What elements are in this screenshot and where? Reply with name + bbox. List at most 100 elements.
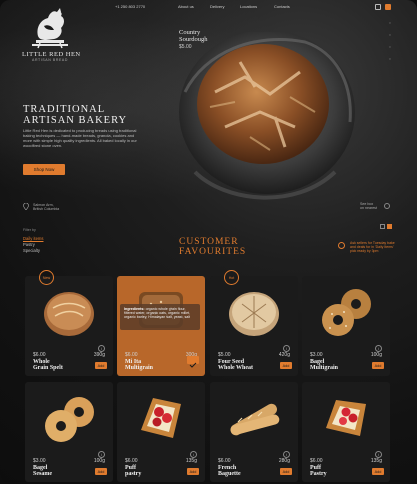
add-to-cart-button[interactable]: Add (280, 468, 292, 475)
multigrain-bagels-image (322, 289, 371, 336)
product-price: $6.00 (218, 458, 231, 464)
brand-logo[interactable]: LITTLE RED HEN ARTISAN BREAD (22, 6, 81, 62)
product-weight: 390g (93, 352, 105, 358)
hen-logo-icon (32, 8, 68, 49)
clock-icon (338, 242, 345, 249)
page: LITTLE RED HEN ARTISAN BREAD +1 250 803 … (0, 0, 417, 484)
nav-delivery[interactable]: Delivery (210, 4, 224, 9)
nav-contacts[interactable]: Contacts (274, 4, 290, 9)
slider-dot-icon[interactable]: ○ (389, 56, 391, 61)
section-note: Ask sellers for Tuesday bake and deals f… (350, 241, 395, 253)
product-weight: 100g (93, 458, 105, 464)
add-to-cart-button[interactable]: Add (372, 362, 384, 369)
product-price: $5.00 (218, 352, 231, 358)
see-box-link[interactable]: See box on nearest (360, 202, 377, 211)
cart-icon[interactable] (385, 4, 391, 10)
product-tag: New (39, 270, 54, 285)
info-icon[interactable]: i (190, 451, 197, 458)
brand-name: LITTLE RED HEN (22, 51, 81, 58)
product-weight: 135g (185, 458, 197, 464)
product-name: Bagel Sesame (33, 465, 52, 477)
product-name-line2: Baguette (218, 471, 241, 477)
add-to-cart-button[interactable]: Add (187, 468, 199, 475)
slider-dot-icon[interactable]: ○ (389, 32, 391, 37)
seeded-loaf-image (229, 292, 279, 336)
filter-label: Filter by (23, 228, 36, 232)
info-icon[interactable]: i (283, 451, 290, 458)
add-to-cart-button[interactable]: Add (280, 362, 292, 369)
product-weight: 280g (278, 458, 290, 464)
section-title: CUSTOMER FAVOURITES (179, 237, 246, 257)
product-price: $6.00 (33, 352, 46, 358)
add-to-cart-button[interactable]: Add (95, 362, 107, 369)
featured-name: Country Sourdough (179, 29, 208, 43)
berry-pastry-image (326, 400, 366, 436)
nav-about[interactable]: About us (178, 4, 194, 9)
product-card[interactable]: i $6.00 135g Puff Pastry Add (302, 382, 390, 482)
featured-name-line2: Sourdough (179, 36, 208, 43)
shop-now-button[interactable]: Shop Now (23, 164, 65, 175)
sesame-bagels-image (45, 397, 94, 442)
info-icon[interactable]: i (98, 345, 105, 352)
product-card[interactable]: i $3.00 100g Bagel Sesame Add (25, 382, 113, 482)
add-to-cart-button[interactable]: Add (95, 468, 107, 475)
baguette-image (230, 403, 280, 436)
product-name: Four Seed Whole Wheat (218, 359, 253, 371)
top-icons (375, 4, 391, 10)
product-card[interactable]: i $3.00 100g Bagel Multigrain Add (302, 276, 390, 376)
product-weight: 100g (370, 352, 382, 358)
location-pin-icon (23, 203, 29, 210)
product-card[interactable]: i $6.00 135g Puff pastry Add (117, 382, 205, 482)
hero-description: Little Red Hen is dedicated to producing… (23, 128, 137, 148)
nav-phone[interactable]: +1 250 803 2770 (115, 4, 145, 9)
checkmark-icon (189, 362, 197, 368)
slider-dots: ○ ○ ○ ○ (389, 20, 391, 61)
product-tag: Hot (224, 270, 239, 285)
section-title-line1: CUSTOMER (179, 237, 239, 247)
product-name-line2: Sesame (33, 471, 52, 477)
info-icon[interactable]: i (375, 451, 382, 458)
product-name-line2: Pastry (310, 471, 327, 477)
product-name: Whole Grain Spelt (33, 359, 63, 371)
filter-specialty[interactable]: Specialty (23, 248, 43, 254)
product-price: $6.00 (310, 458, 323, 464)
address: Salmon Arm, British Columbia (33, 203, 59, 212)
slider-dot-icon[interactable]: ○ (389, 20, 391, 25)
add-to-cart-button[interactable]: Add (372, 468, 384, 475)
product-name-line2: pastry (125, 471, 142, 477)
product-name-line2: Multigrain (310, 365, 338, 371)
product-price: $6.00 (125, 352, 138, 358)
hero-title: TRADITIONAL ARTISAN BAKERY (23, 104, 128, 126)
grid-view-icon[interactable] (380, 224, 385, 229)
product-name: French Baguette (218, 465, 241, 477)
section-title-line2: FAVOURITES (179, 247, 247, 257)
added-check-icon[interactable] (187, 356, 199, 368)
address-line2: British Columbia (33, 207, 60, 212)
list-view-icon[interactable] (387, 224, 392, 229)
info-icon[interactable]: i (98, 451, 105, 458)
product-name-line2: Multigrain (125, 365, 153, 371)
featured-price: $5.00 (179, 44, 192, 50)
arrow-right-icon[interactable] (384, 203, 390, 209)
nav-locations[interactable]: Locations (240, 4, 257, 9)
product-name: Mi Ita Multigrain (125, 359, 153, 371)
see-box-line2: on nearest (360, 206, 377, 211)
product-name-line2: Grain Spelt (33, 365, 63, 371)
featured-name-line1: Country (179, 29, 201, 36)
slider-dot-icon[interactable]: ○ (389, 44, 391, 49)
product-price: $3.00 (310, 352, 323, 358)
product-card[interactable]: Hot i $5.00 420g Four Seed Whole Wheat A… (210, 270, 298, 376)
info-icon[interactable]: i (283, 345, 290, 352)
product-name: Puff Pastry (310, 465, 327, 477)
product-weight: 420g (278, 352, 290, 358)
hero-title-line2: ARTISAN BAKERY (23, 114, 128, 126)
product-card[interactable]: i $6.00 280g French Baguette Add (210, 382, 298, 482)
ingredients-tooltip: Ingredients: organic whole grain flour, … (120, 304, 200, 330)
profile-icon[interactable] (375, 4, 381, 10)
info-icon[interactable]: i (375, 345, 382, 352)
filter-list: Daily items Pastry Specialty (23, 236, 43, 254)
product-name: Puff pastry (125, 465, 141, 477)
product-card[interactable]: New i $6.00 390g Whole Grain Spelt Add (25, 270, 113, 376)
strawberry-pastry-image (141, 398, 181, 438)
product-name: Bagel Multigrain (310, 359, 338, 371)
